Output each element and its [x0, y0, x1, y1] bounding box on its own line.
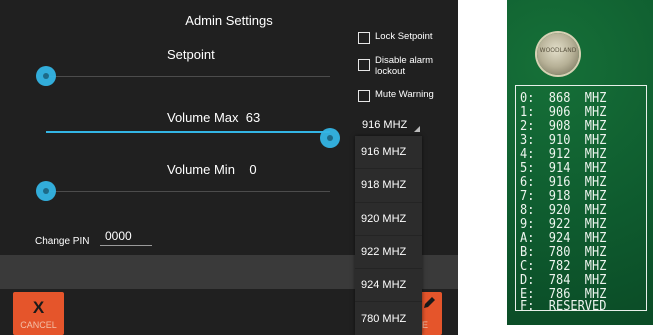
- volume-min-slider-thumb[interactable]: [36, 181, 56, 201]
- volume-min-value: 0: [249, 162, 257, 177]
- cancel-button[interactable]: X CANCEL: [13, 292, 64, 335]
- frequency-table-row: 3: 910 MHZ: [520, 133, 607, 148]
- frequency-table-row: F: RESERVED: [520, 299, 607, 314]
- pencil-icon: [422, 296, 436, 314]
- disable-alarm-lockout-label: Disable alarm lockout: [375, 55, 434, 77]
- screw-logo: WOODLAND: [539, 47, 577, 54]
- frequency-table-row: D: 784 MHZ: [520, 273, 607, 288]
- mute-warning-option[interactable]: Mute Warning: [358, 89, 434, 102]
- volume-min-label: Volume Min 0: [167, 162, 257, 177]
- disable-alarm-lockout-option[interactable]: Disable alarm lockout: [358, 55, 435, 77]
- frequency-table-row: 9: 922 MHZ: [520, 217, 607, 232]
- frequency-table-row: 5: 914 MHZ: [520, 161, 607, 176]
- lock-setpoint-option[interactable]: Lock Setpoint: [358, 31, 433, 44]
- disable-alarm-lockout-checkbox[interactable]: [358, 59, 370, 71]
- frequency-dropdown-list: 916 MHZ 918 MHZ 920 MHZ 922 MHZ 924 MHZ …: [355, 136, 422, 335]
- volume-max-track[interactable]: [46, 131, 330, 133]
- dropdown-option[interactable]: 780 MHZ: [355, 302, 422, 335]
- spinner-corner-icon: [414, 126, 420, 132]
- frequency-table-row: 0: 868 MHZ: [520, 91, 607, 106]
- save-label: E: [422, 320, 429, 330]
- volume-max-value: 63: [245, 110, 261, 125]
- mute-warning-label: Mute Warning: [375, 89, 434, 100]
- dropdown-option[interactable]: 918 MHZ: [355, 169, 422, 203]
- volume-max-label: Volume Max 63: [167, 110, 260, 125]
- frequency-table-row: 7: 918 MHZ: [520, 189, 607, 204]
- admin-settings-screen: Admin Settings Setpoint Volume Max 63 Vo…: [0, 0, 458, 335]
- setpoint-slider-thumb[interactable]: [36, 66, 56, 86]
- frequency-selected-value: 916 MHZ: [362, 119, 408, 131]
- mute-warning-checkbox[interactable]: [358, 90, 370, 102]
- dropdown-option[interactable]: 924 MHZ: [355, 269, 422, 303]
- dropdown-option[interactable]: 920 MHZ: [355, 203, 422, 236]
- dropdown-option[interactable]: 916 MHZ: [355, 136, 422, 170]
- frequency-table-row: C: 782 MHZ: [520, 259, 607, 274]
- volume-min-label-text: Volume Min: [167, 162, 235, 177]
- cancel-label: CANCEL: [20, 320, 57, 330]
- volume-min-track[interactable]: [46, 191, 330, 192]
- frequency-table-row: 6: 916 MHZ: [520, 175, 607, 190]
- change-pin-label: Change PIN: [35, 236, 90, 247]
- frequency-table-row: 2: 908 MHZ: [520, 119, 607, 134]
- close-icon: X: [32, 298, 45, 317]
- volume-max-label-text: Volume Max: [167, 110, 239, 125]
- pcb-photo: WOODLAND 0: 868 MHZ 1: 906 MHZ 2: 908 MH…: [507, 0, 653, 325]
- frequency-table-row: 4: 912 MHZ: [520, 147, 607, 162]
- setpoint-label: Setpoint: [167, 47, 215, 62]
- frequency-table-row: B: 780 MHZ: [520, 245, 607, 260]
- page-title: Admin Settings: [185, 13, 273, 28]
- frequency-table-row: 8: 920 MHZ: [520, 203, 607, 218]
- pin-input[interactable]: 0000: [100, 227, 152, 246]
- volume-max-slider-thumb[interactable]: [320, 128, 340, 148]
- dropdown-option[interactable]: 922 MHZ: [355, 236, 422, 270]
- lock-setpoint-checkbox[interactable]: [358, 32, 370, 44]
- frequency-table-row: 1: 906 MHZ: [520, 105, 607, 120]
- pin-value: 0000: [105, 229, 132, 243]
- lock-setpoint-label: Lock Setpoint: [375, 31, 433, 42]
- screw: WOODLAND: [537, 33, 579, 75]
- setpoint-track[interactable]: [46, 76, 330, 77]
- frequency-table-row: A: 924 MHZ: [520, 231, 607, 246]
- frequency-select[interactable]: 916 MHZ: [358, 117, 422, 135]
